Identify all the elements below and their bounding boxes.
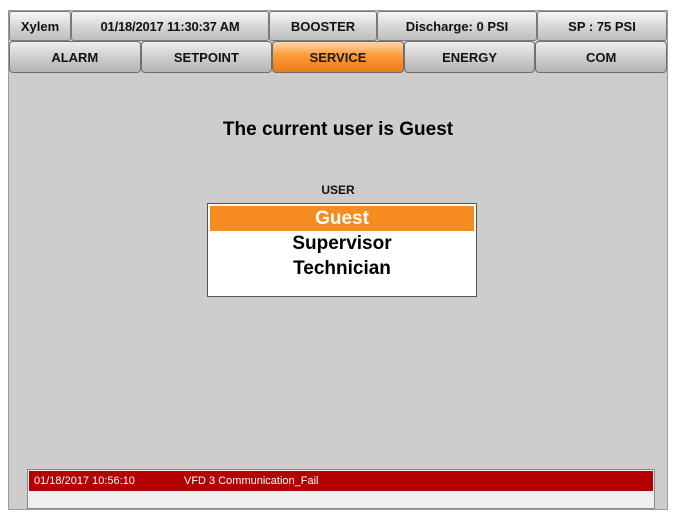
- user-list-label: USER: [321, 183, 355, 197]
- alarm-timestamp: 01/18/2017 10:56:10: [34, 475, 135, 487]
- brand-label: Xylem: [9, 11, 71, 41]
- discharge-pressure: Discharge: 0 PSI: [377, 11, 537, 41]
- setpoint-display: SP : 75 PSI: [537, 11, 667, 41]
- tab-energy[interactable]: ENERGY: [403, 41, 536, 73]
- status-bar: Xylem 01/18/2017 11:30:37 AM BOOSTER Dis…: [9, 11, 667, 41]
- tab-com[interactable]: COM: [535, 41, 667, 73]
- alarm-row[interactable]: 01/18/2017 10:56:10 VFD 3 Communication_…: [29, 471, 653, 491]
- datetime-display: 01/18/2017 11:30:37 AM: [71, 11, 269, 41]
- hmi-screen: Xylem 01/18/2017 11:30:37 AM BOOSTER Dis…: [8, 10, 668, 510]
- user-list[interactable]: Guest Supervisor Technician: [207, 203, 477, 297]
- user-option-guest[interactable]: Guest: [210, 206, 474, 231]
- alarm-message: VFD 3 Communication_Fail: [184, 475, 319, 487]
- alarm-banner: 01/18/2017 10:56:10 VFD 3 Communication_…: [27, 469, 655, 509]
- tab-alarm[interactable]: ALARM: [9, 41, 141, 73]
- tab-setpoint[interactable]: SETPOINT: [140, 41, 273, 73]
- user-option-technician[interactable]: Technician: [210, 256, 474, 281]
- current-user-heading: The current user is Guest: [222, 119, 454, 140]
- user-option-supervisor[interactable]: Supervisor: [210, 231, 474, 256]
- system-name: BOOSTER: [269, 11, 377, 41]
- tab-bar: ALARM SETPOINT SERVICE ENERGY COM: [9, 41, 667, 73]
- tab-service[interactable]: SERVICE: [272, 41, 404, 73]
